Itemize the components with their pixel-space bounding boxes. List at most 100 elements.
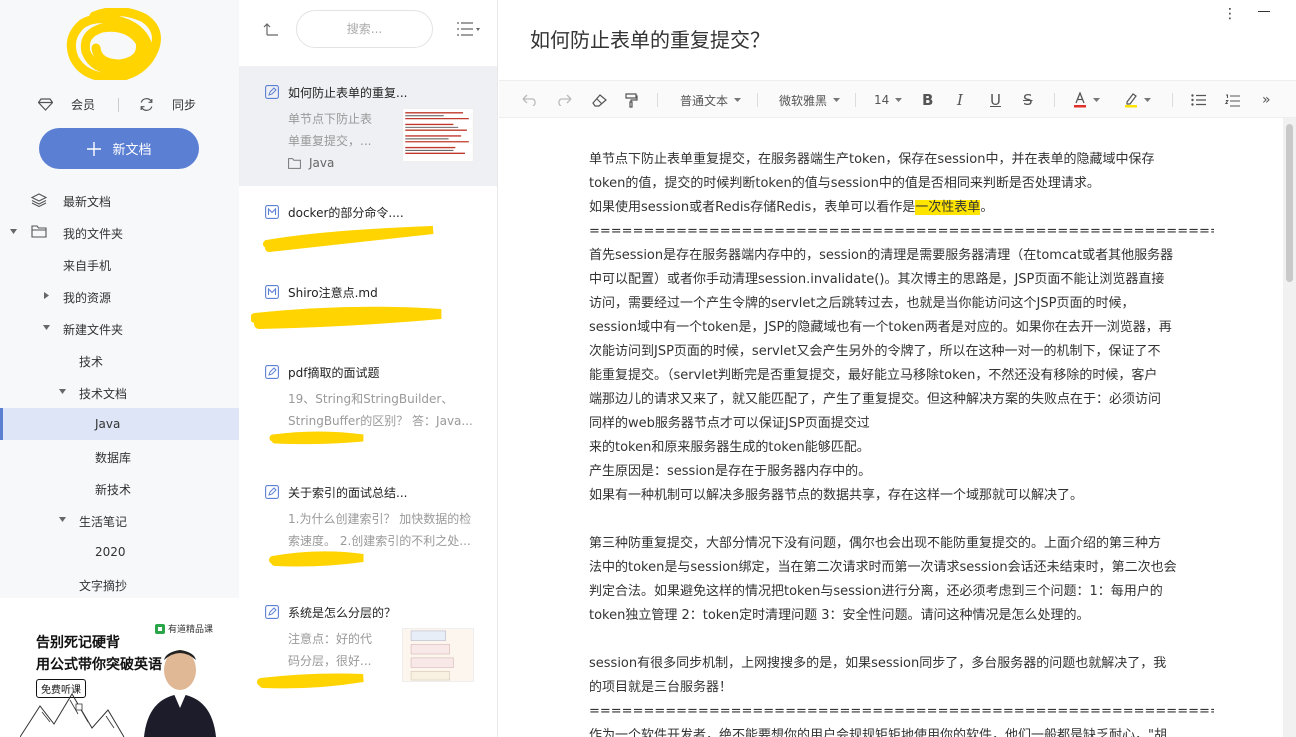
folder-icon	[288, 157, 301, 169]
brand-logo-icon	[155, 623, 165, 634]
note-title: 关于索引的面试总结...	[288, 486, 408, 500]
note-snippet: 19、String和StringBuilder、 StringBuffer的区别？…	[288, 392, 473, 428]
search-input[interactable]: 搜索...	[296, 10, 433, 48]
font-size-dropdown[interactable]: 14	[874, 81, 903, 119]
note-thumbnail	[402, 108, 474, 162]
paragraph: 判定合法。如果避免这样的情况把token与session进行分离，还必须考虑到三…	[589, 584, 1163, 599]
note-title: Shiro注意点.md	[288, 286, 378, 300]
font-color-button[interactable]	[1073, 81, 1100, 119]
paragraph: token的值，提交的时候判断token的值与session中的值是否相同来判断…	[589, 176, 1100, 191]
document-title[interactable]: 如何防止表单的重复提交？	[530, 24, 770, 53]
paragraph: 同样的web服务器节点才可以保证JSP页面提交过	[589, 416, 870, 431]
document-body[interactable]: 单节点下防止表单重复提交，在服务器端生产token，保存在session中，并在…	[589, 148, 1214, 737]
note-item[interactable]: 系统是怎么分层的？ 注意点：好的代 码分层，很好...	[239, 586, 497, 706]
ad-banner[interactable]: 有道精品课 告别死记硬背 用公式带你突破英语 免费听课	[0, 598, 239, 737]
more-options-icon[interactable]: ⋮	[1223, 6, 1237, 22]
minimize-button[interactable]	[1258, 11, 1270, 12]
new-doc-button[interactable]: 新文档	[39, 128, 199, 169]
back-up-icon[interactable]	[263, 22, 279, 36]
tree-item-my-resources[interactable]: 我的资源	[0, 280, 239, 312]
strikethrough-icon[interactable]: S	[1023, 81, 1033, 119]
tree-label: Java	[95, 417, 121, 431]
tree-item-tech[interactable]: 技术	[0, 344, 239, 376]
tree-label: 数据库	[95, 451, 132, 465]
note-title: pdf摘取的面试题	[288, 366, 380, 380]
note-item[interactable]: pdf摘取的面试题 19、String和StringBuilder、 String…	[239, 346, 497, 466]
tree-item-tech-docs[interactable]: 技术文档	[0, 376, 239, 408]
sync-button[interactable]: 同步	[139, 96, 196, 113]
more-tools-icon[interactable]: »	[1262, 81, 1271, 119]
tree-item-database[interactable]: 数据库	[0, 440, 239, 472]
font-family-dropdown[interactable]: 微软雅黑	[779, 81, 841, 119]
italic-icon[interactable]: I	[957, 81, 963, 119]
divider	[855, 93, 856, 107]
tree-label: 文字摘抄	[79, 579, 128, 593]
tree-item-2020[interactable]: 2020	[0, 536, 239, 568]
folder-icon	[31, 225, 47, 238]
scrollbar-thumb[interactable]	[1286, 124, 1293, 282]
ad-brand: 有道精品课	[155, 622, 213, 635]
underline-icon[interactable]: U	[990, 81, 1001, 119]
markdown-icon	[265, 205, 279, 219]
note-item[interactable]: 关于索引的面试总结... 1.为什么创建索引？ 加快数据的检 索速度。 2.创建索…	[239, 466, 497, 586]
chevron-right-icon	[44, 292, 49, 299]
divider	[1172, 93, 1173, 107]
format-painter-icon	[625, 92, 638, 108]
note-icon	[265, 85, 279, 99]
ad-illustration	[20, 693, 125, 737]
tree-item-excerpts[interactable]: 文字摘抄	[0, 568, 239, 600]
note-list-header: 搜索...	[239, 0, 497, 60]
tree-item-new-folder[interactable]: 新建文件夹	[0, 312, 239, 344]
paragraph-style-value: 普通文本	[680, 93, 729, 108]
app-window: 会员 同步 新文档 最新文档 我的文件夹 来自手机 我的资源 新建文件夹 技术 …	[0, 0, 1296, 737]
list-view-icon[interactable]	[457, 22, 481, 36]
markdown-icon	[265, 285, 279, 299]
paragraph: 端那边儿的请求又来了，就又能匹配了，产生了重复提交。但这种解决方案的失败点在于：…	[589, 392, 1162, 407]
plus-icon	[87, 141, 102, 156]
paragraph: 作为一个软件开发者，绝不能要想你的用户会规规矩矩地使用你的软件，他们一般都是缺乏…	[589, 728, 1167, 737]
tree-item-recent[interactable]: 最新文档	[0, 184, 239, 216]
paragraph-style-dropdown[interactable]: 普通文本	[680, 81, 742, 119]
tree-label: 技术	[79, 355, 104, 369]
undo-button[interactable]	[522, 81, 538, 119]
redaction-mark	[269, 551, 364, 567]
format-painter-button[interactable]	[625, 81, 638, 119]
tree-item-new-tech[interactable]: 新技术	[0, 472, 239, 504]
note-snippet: 注意点：好的代 码分层，很好...	[288, 632, 373, 668]
format-toolbar: 普通文本 微软雅黑 14 B I U S »	[499, 80, 1296, 118]
vip-button[interactable]: 会员	[38, 96, 95, 113]
tree-item-from-phone[interactable]: 来自手机	[0, 248, 239, 280]
tree-item-my-folders[interactable]: 我的文件夹	[0, 216, 239, 248]
note-title: 如何防止表单的重复...	[288, 86, 408, 100]
avatar[interactable]	[64, 8, 164, 80]
redo-icon	[558, 94, 572, 106]
bold-icon[interactable]: B	[922, 81, 933, 119]
paragraph: 单节点下防止表单重复提交，在服务器端生产token，保存在session中，并在…	[589, 152, 1155, 167]
chevron-down-icon	[43, 325, 50, 330]
note-title: 系统是怎么分层的？	[288, 606, 397, 620]
highlight-color-button[interactable]	[1124, 81, 1151, 119]
tree-item-life-notes[interactable]: 生活笔记	[0, 504, 239, 536]
paragraph: 次能访问到JSP页面的时候，servlet又会产生另外的令牌了，所以在这种一对一…	[589, 344, 1161, 359]
chevron-down-icon	[833, 97, 841, 102]
note-thumbnail	[402, 628, 474, 682]
tree-label: 技术文档	[79, 387, 128, 401]
tree-item-java[interactable]: Java	[0, 408, 239, 440]
numbered-list-button[interactable]	[1225, 81, 1240, 119]
chevron-down-icon	[734, 97, 742, 102]
chevron-down-icon	[10, 229, 17, 234]
eraser-button[interactable]	[592, 81, 607, 119]
note-folder-label: Java	[309, 156, 335, 170]
paragraph: token独立管理 2：token定时清理问题 3：安全性问题。请问这种情况是怎…	[589, 608, 1090, 623]
bullet-list-button[interactable]	[1191, 81, 1206, 119]
note-snippet: 单节点下防止表 单重复提交，...	[288, 112, 373, 148]
note-item[interactable]: 如何防止表单的重复... 单节点下防止表 单重复提交，... Java	[239, 66, 497, 186]
scrollbar[interactable]	[1283, 118, 1296, 737]
note-icon	[265, 365, 279, 379]
redo-button[interactable]	[556, 81, 572, 119]
tree-label: 最新文档	[63, 195, 112, 209]
paragraph: 第三种防重复提交，大部分情况下没有问题，偶尔也会出现不能防重复提交的。上面介绍的…	[589, 536, 1162, 551]
paragraph: 法中的token是与session绑定，当在第二次请求时而第一次请求sessio…	[589, 560, 1177, 575]
chevron-down-icon	[59, 389, 66, 394]
